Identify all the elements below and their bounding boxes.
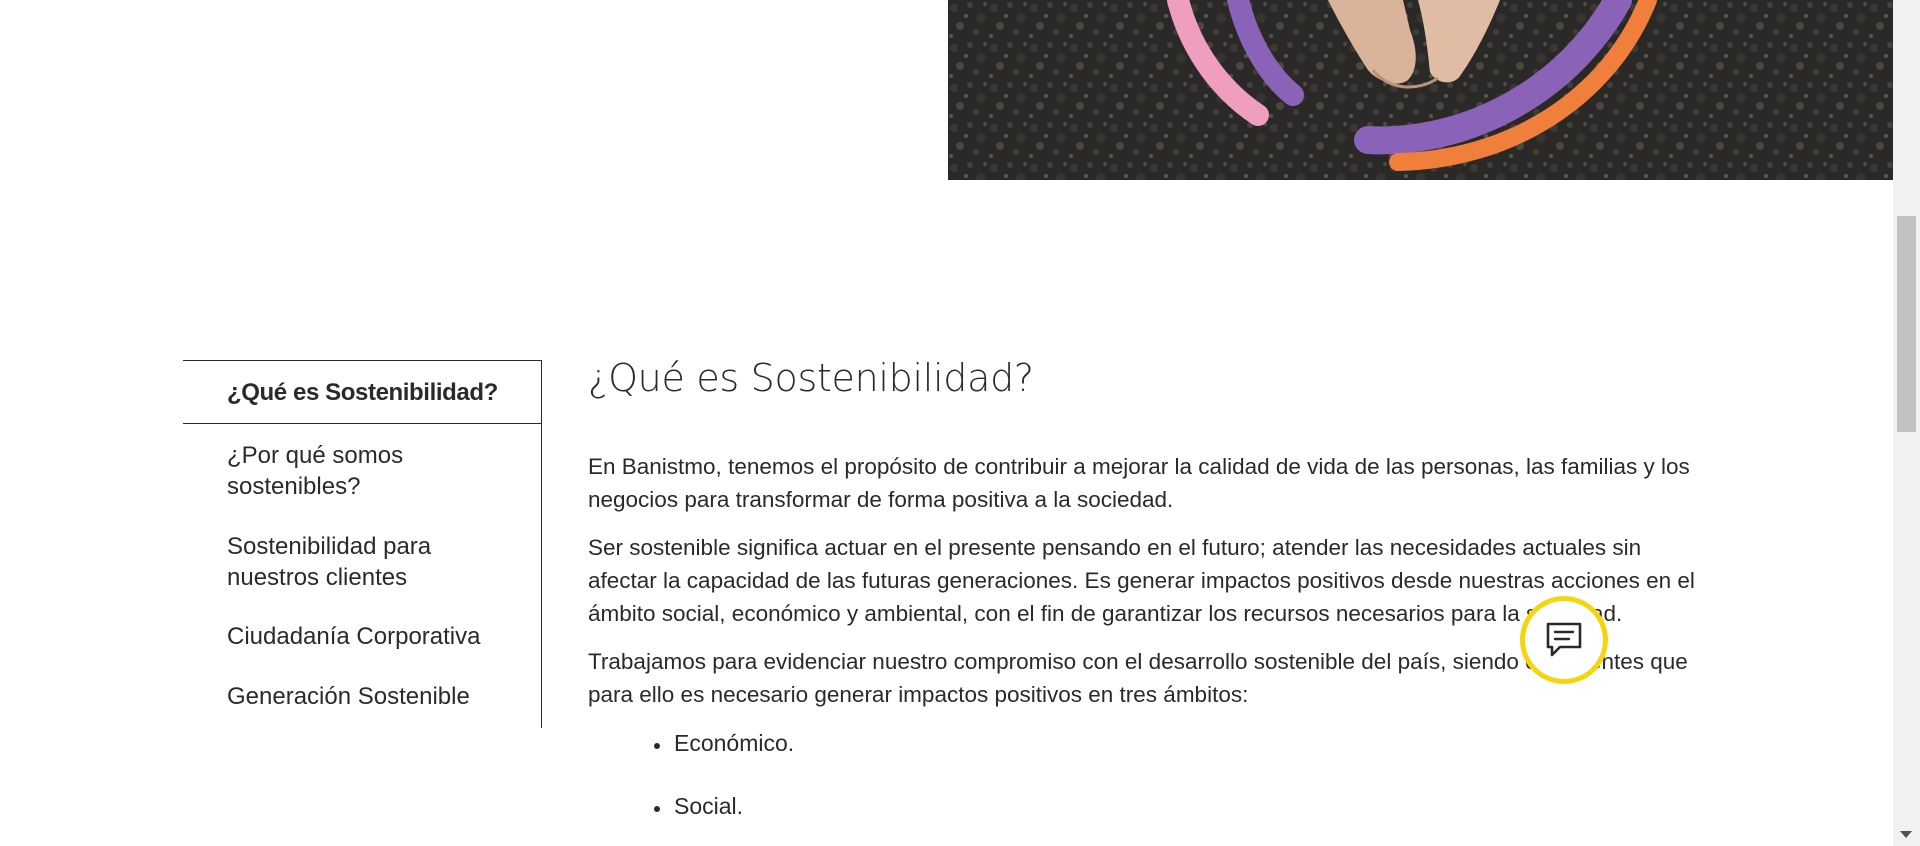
page: ¿Qué es Sostenibilidad? ¿Por qué somos s… bbox=[0, 0, 1920, 846]
side-nav-item-por-que-somos-sostenibles[interactable]: ¿Por qué somos sostenibles? bbox=[183, 440, 541, 502]
side-nav-item-sostenibilidad-clientes[interactable]: Sostenibilidad para nuestros clientes bbox=[183, 531, 541, 593]
intro-paragraph: En Banistmo, tenemos el propósito de con… bbox=[588, 454, 1690, 512]
scroll-down-arrow-icon[interactable] bbox=[1900, 831, 1912, 838]
list-item: Social. bbox=[672, 790, 1703, 823]
vertical-scrollbar[interactable] bbox=[1893, 0, 1920, 846]
scope-list: Económico. Social. bbox=[588, 727, 1703, 823]
hero-image bbox=[948, 0, 1893, 180]
page-title: ¿Qué es Sostenibilidad? bbox=[588, 356, 1034, 400]
side-nav-item-ciudadania-corporativa[interactable]: Ciudadanía Corporativa bbox=[183, 621, 541, 652]
chat-button[interactable] bbox=[1520, 596, 1608, 684]
main-content: ¿Qué es Sostenibilidad? En Banistmo, ten… bbox=[588, 352, 1703, 846]
side-nav-item-generacion-sostenible[interactable]: Generación Sostenible bbox=[183, 681, 541, 712]
chat-bubble-icon bbox=[1546, 622, 1582, 657]
side-nav: ¿Qué es Sostenibilidad? ¿Por qué somos s… bbox=[183, 360, 542, 728]
scrollbar-thumb[interactable] bbox=[1897, 216, 1916, 432]
list-item: Económico. bbox=[672, 727, 1703, 760]
side-nav-item-que-es-sostenibilidad[interactable]: ¿Qué es Sostenibilidad? bbox=[183, 361, 541, 424]
